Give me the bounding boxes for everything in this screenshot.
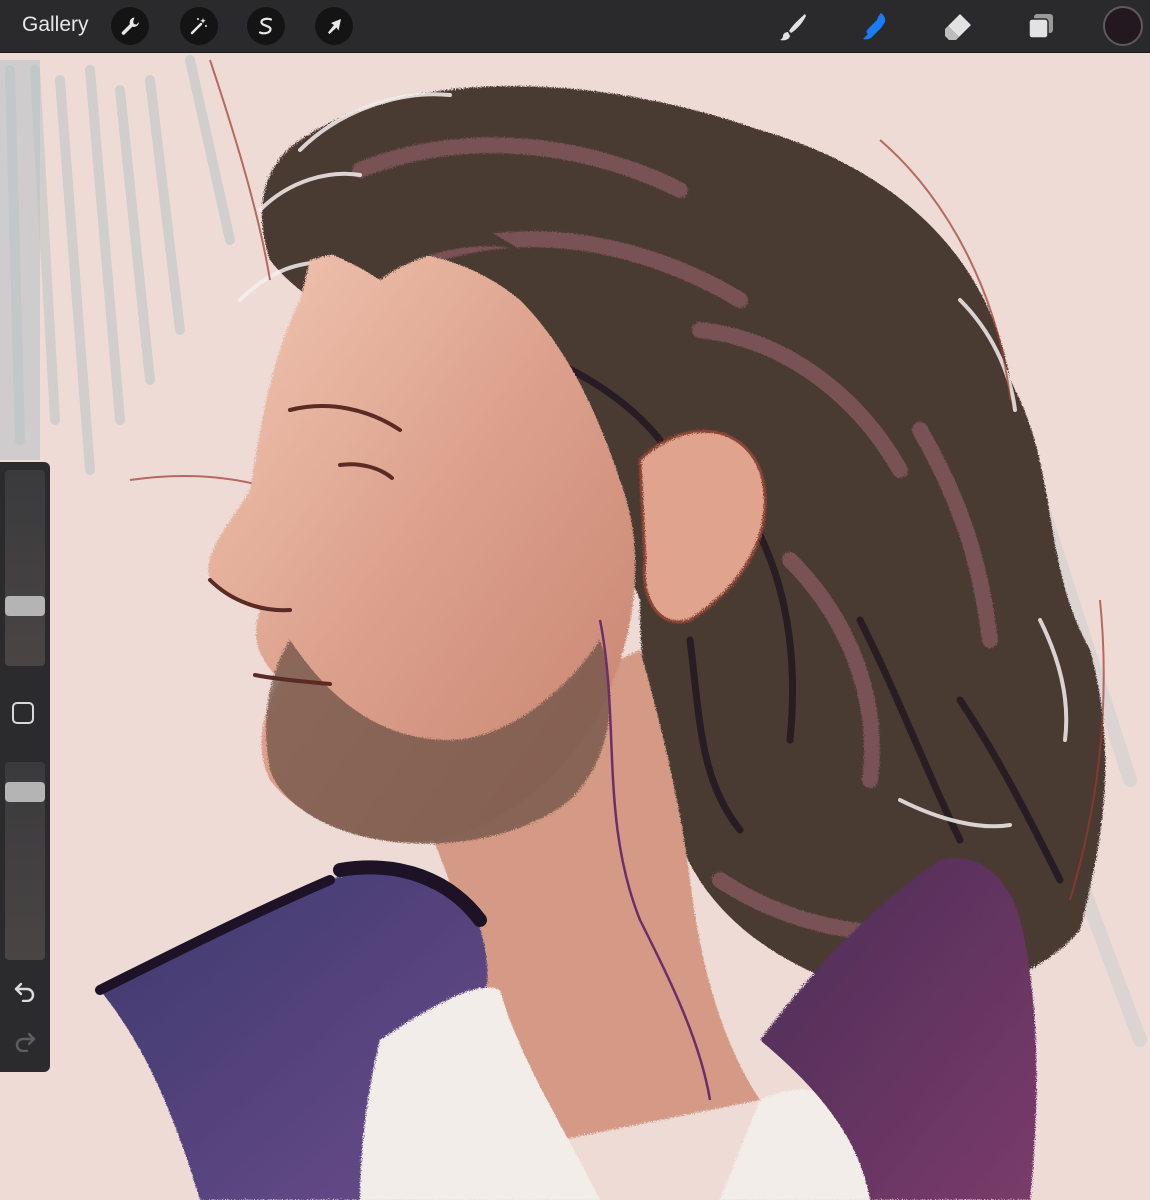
color-picker-button[interactable] <box>1103 6 1143 46</box>
opacity-slider[interactable] <box>5 762 45 960</box>
brush-size-thumb[interactable] <box>5 596 45 616</box>
brush-icon[interactable] <box>774 8 812 46</box>
drawing-canvas[interactable] <box>0 53 1150 1200</box>
redo-icon[interactable] <box>10 1028 40 1054</box>
selection-s-icon[interactable] <box>247 7 285 45</box>
layers-icon[interactable] <box>1021 8 1059 46</box>
brush-size-slider[interactable] <box>5 470 45 666</box>
left-sidebar <box>0 462 50 1072</box>
eraser-icon[interactable] <box>939 8 977 46</box>
procreate-app: Gallery <box>0 0 1150 1200</box>
smudge-icon[interactable] <box>856 8 894 46</box>
adjustments-magic-wand-icon[interactable] <box>180 7 218 45</box>
top-toolbar: Gallery <box>0 0 1150 53</box>
portrait-artwork <box>0 53 1150 1200</box>
actions-wrench-icon[interactable] <box>111 7 149 45</box>
transform-arrow-icon[interactable] <box>315 7 353 45</box>
undo-icon[interactable] <box>10 978 40 1004</box>
gallery-button[interactable]: Gallery <box>22 13 89 37</box>
modify-square-icon[interactable] <box>12 702 34 724</box>
opacity-thumb[interactable] <box>5 782 45 802</box>
